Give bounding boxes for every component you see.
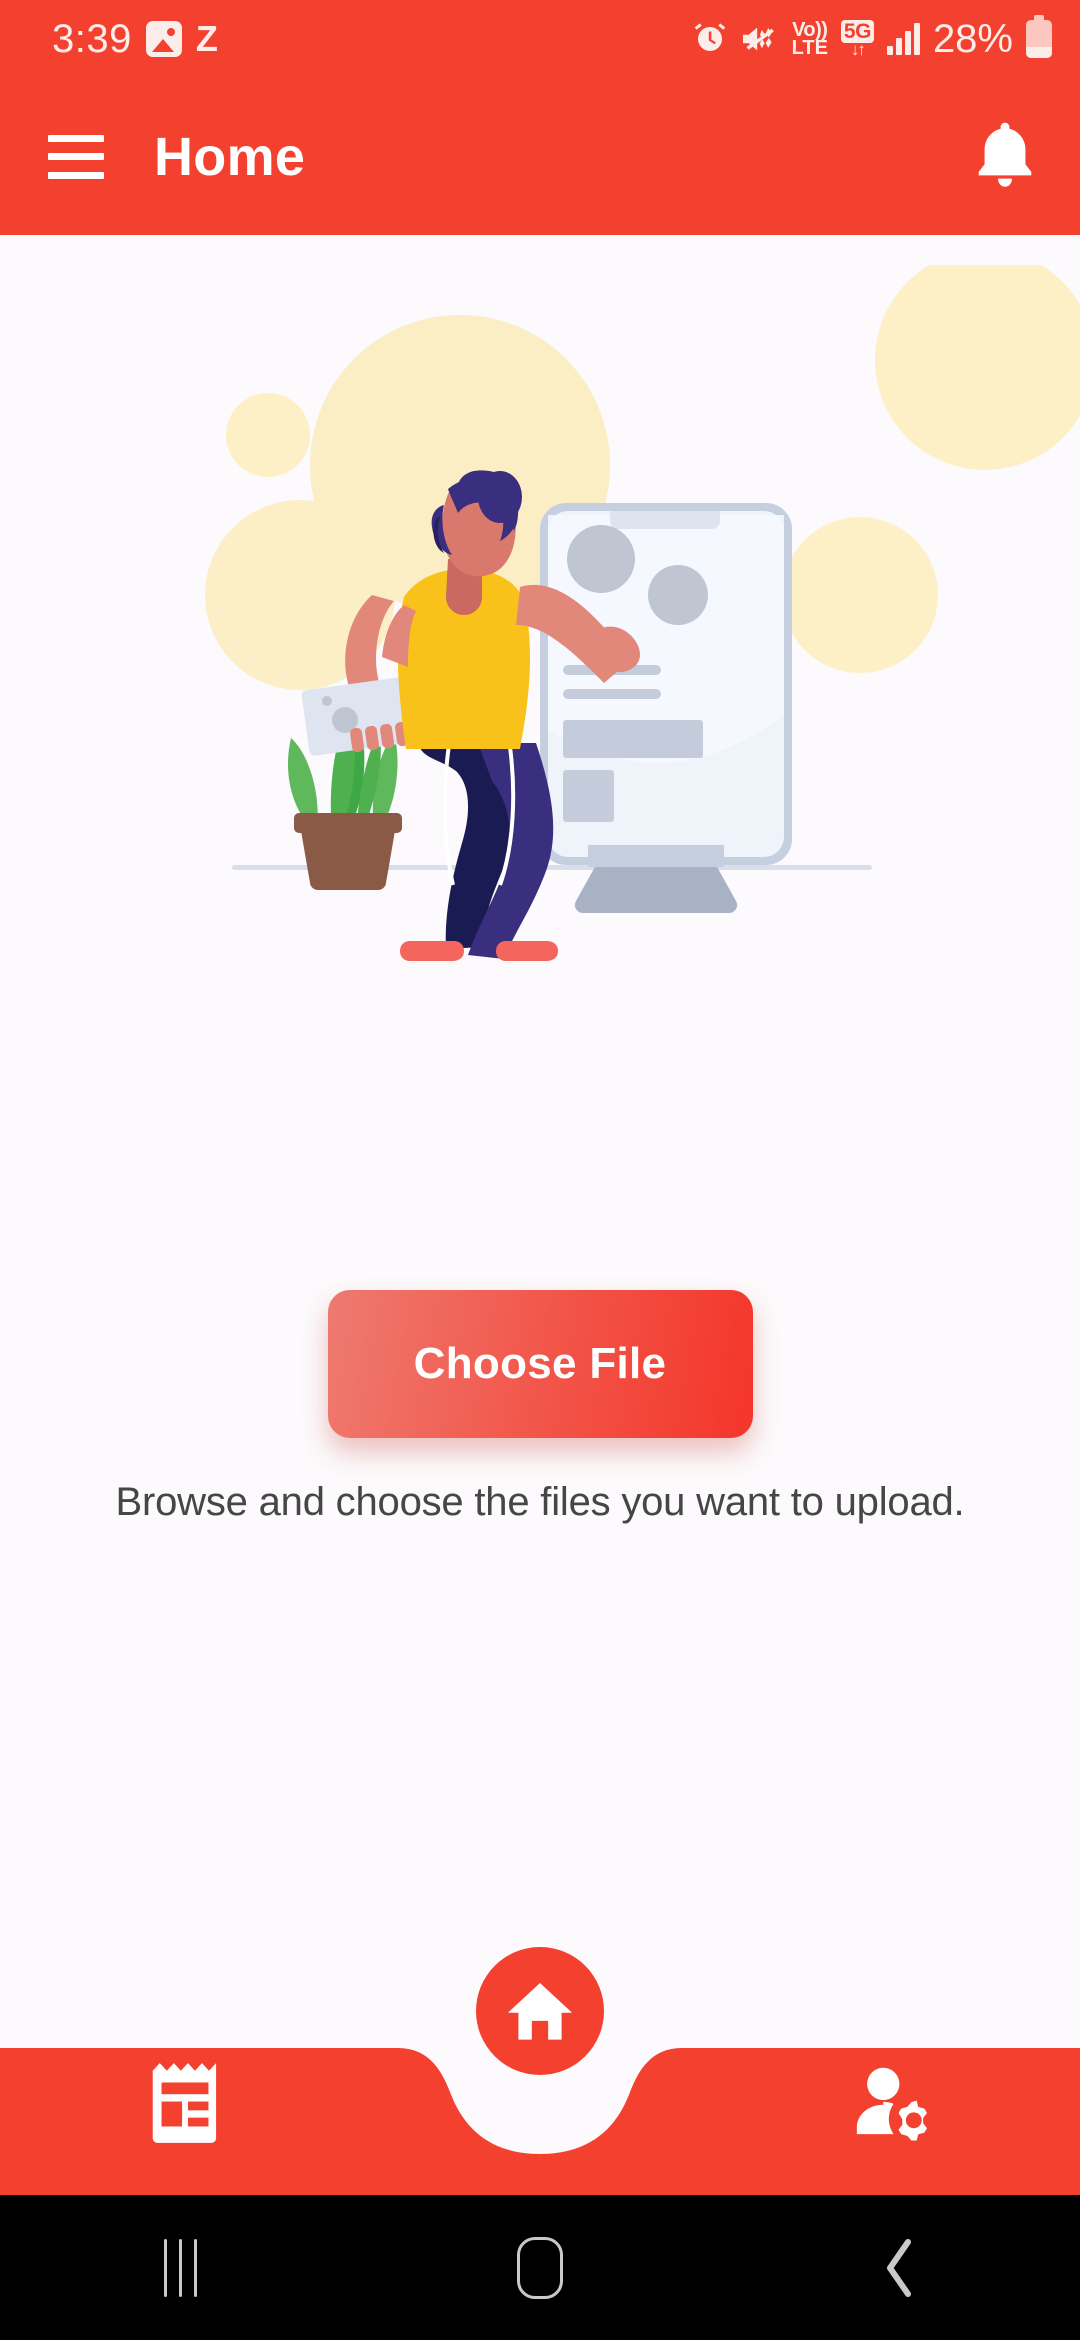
- system-navigation-bar: [0, 2195, 1080, 2340]
- page-title: Home: [154, 126, 306, 187]
- choose-file-cta: Choose File: [0, 1290, 1080, 1438]
- status-bar-right: Vo)) LTE 5G ↓↑ 28%: [692, 15, 1052, 62]
- back-icon[interactable]: [825, 2213, 975, 2323]
- hamburger-menu-icon[interactable]: [48, 134, 104, 179]
- status-bar-left: 3:39 Z: [52, 17, 218, 62]
- photo-icon: [145, 21, 182, 57]
- choose-file-button[interactable]: Choose File: [327, 1290, 753, 1438]
- recents-icon[interactable]: [105, 2213, 255, 2323]
- alarm-icon: [694, 23, 725, 51]
- nav-item-user-settings[interactable]: [820, 2053, 970, 2153]
- battery-percent-label: 28%: [932, 16, 1013, 61]
- fiveg-icon: 5G ↓↑: [840, 20, 874, 58]
- bell-icon[interactable]: [970, 119, 1040, 195]
- news-icon: [152, 2063, 217, 2143]
- app-screen: 3:39 Z Vo)) LTE 5G ↓↑ 28% Home Choose Fi…: [0, 0, 1080, 2340]
- app-bar: Home: [0, 78, 1080, 235]
- nav-item-home-fab[interactable]: [476, 1947, 604, 2075]
- upload-hint-text: Browse and choose the files you want to …: [115, 1480, 965, 1524]
- status-bar: 3:39 Z Vo)) LTE 5G ↓↑ 28%: [0, 0, 1080, 78]
- status-bar-clock: 3:39: [52, 16, 132, 61]
- bottom-navigation-bar: [0, 1947, 1080, 2195]
- person-uploading-files-illustration: [0, 250, 1080, 965]
- system-home-icon[interactable]: [465, 2213, 615, 2323]
- user-settings-icon: [856, 2067, 927, 2141]
- z-icon: Z: [195, 18, 218, 59]
- volte-icon: Vo)) LTE: [791, 18, 828, 59]
- main-content: Choose File Browse and choose the files …: [0, 235, 1080, 2010]
- mute-vibrate-icon: [742, 27, 774, 51]
- battery-icon: [1026, 15, 1052, 58]
- signal-icon: [886, 23, 920, 55]
- nav-item-news[interactable]: [110, 2053, 260, 2153]
- home-icon: [507, 1983, 573, 2040]
